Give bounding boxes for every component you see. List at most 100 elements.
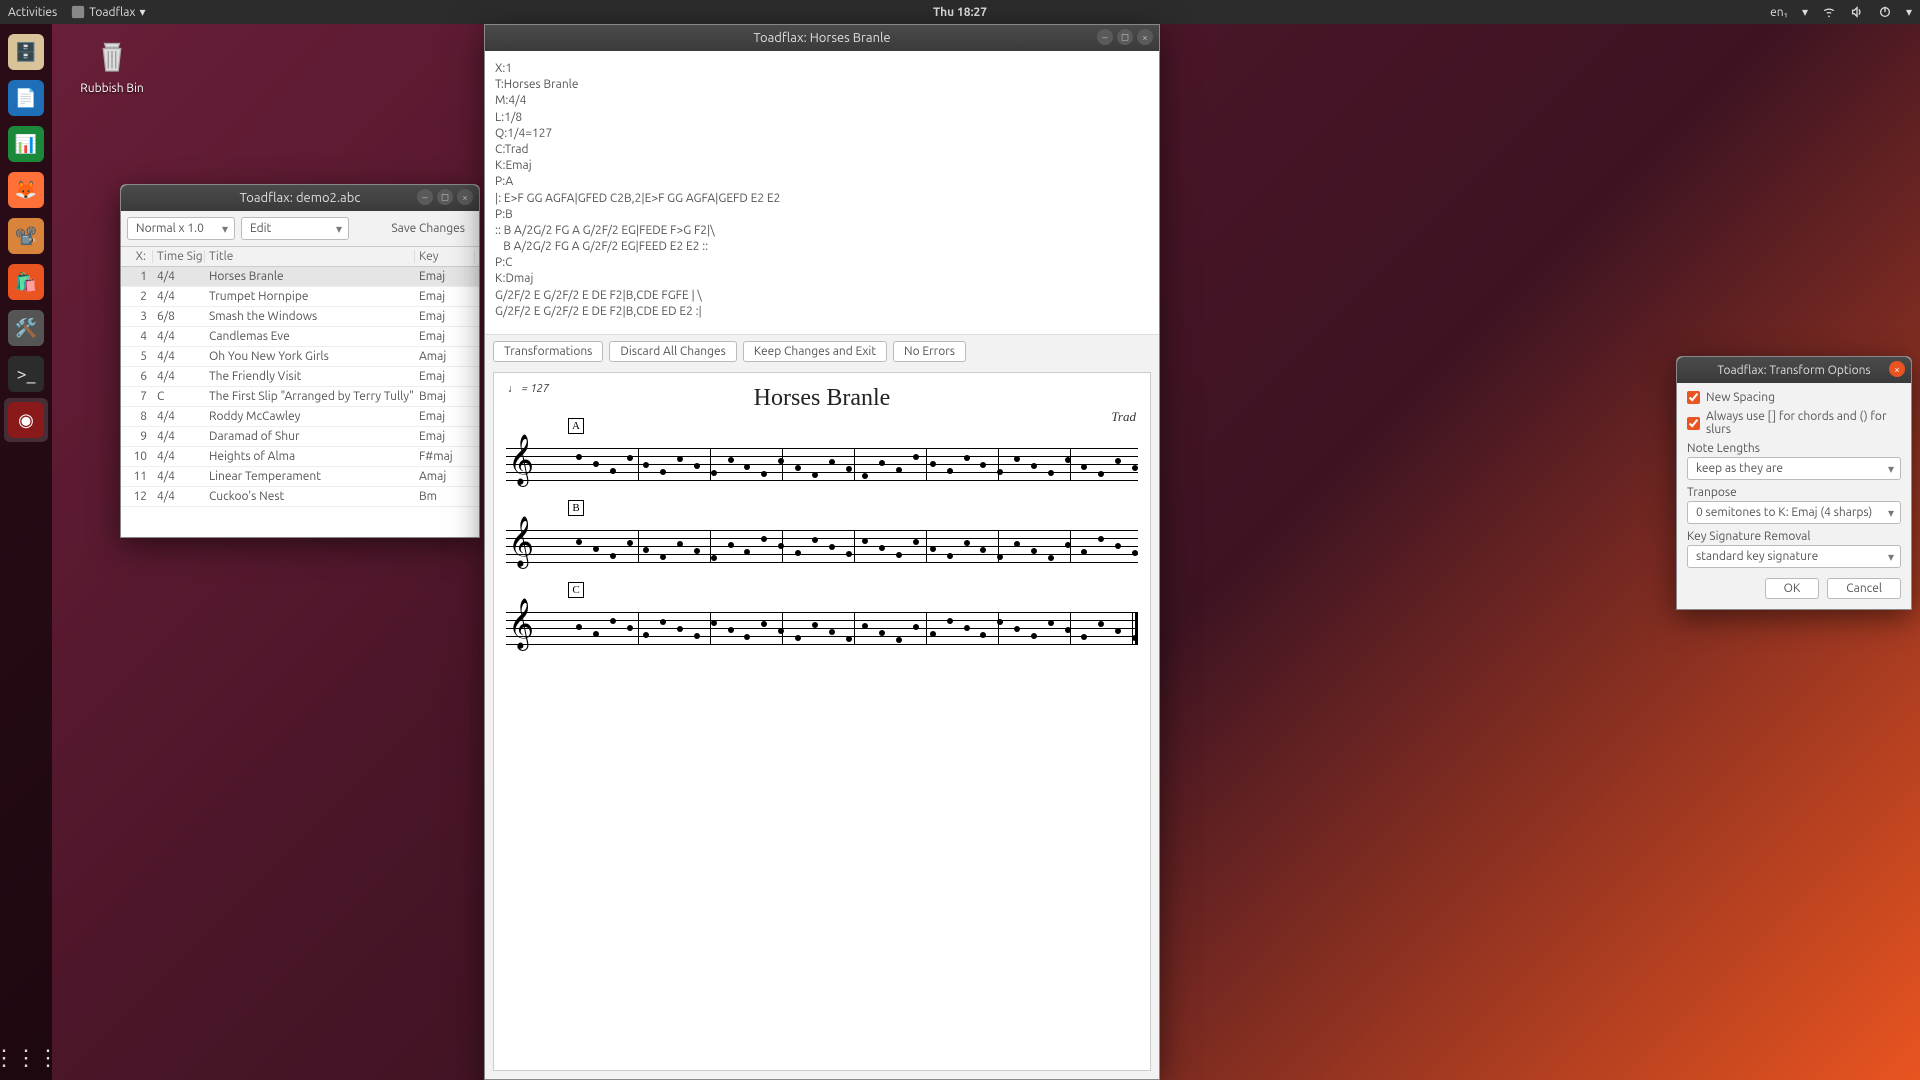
cell-timesig: 4/4: [153, 270, 205, 283]
chevron-down-icon: ▾: [140, 5, 146, 19]
dock-firefox[interactable]: 🦊: [4, 168, 48, 212]
new-spacing-checkbox[interactable]: New Spacing: [1687, 391, 1901, 404]
col-timesig[interactable]: Time Sig: [153, 250, 205, 263]
input-language-indicator[interactable]: en₁: [1770, 6, 1788, 19]
score-title: Horses Branle: [504, 385, 1140, 412]
transpose-combo[interactable]: 0 semitones to K: Emaj (4 sharps): [1687, 501, 1901, 524]
cell-timesig: 4/4: [153, 410, 205, 423]
app-menu[interactable]: Toadflax ▾: [71, 5, 145, 19]
dock-apps-grid[interactable]: ⋮⋮⋮: [4, 1036, 48, 1080]
tune-toolbar: Normal x 1.0 Edit Save Changes: [121, 211, 479, 246]
brackets-checkbox[interactable]: Always use [] for chords and () for slur…: [1687, 410, 1901, 436]
editor-window: Toadflax: Horses Branle – ◻ × X:1 T:Hors…: [484, 24, 1160, 1080]
cell-x: 2: [125, 290, 153, 303]
table-row[interactable]: 14/4Horses BranleEmaj: [121, 267, 479, 287]
cell-key: F#maj: [415, 450, 475, 463]
table-row[interactable]: 94/4Daramad of ShurEmaj: [121, 427, 479, 447]
cell-key: Emaj: [415, 270, 475, 283]
ok-button[interactable]: OK: [1765, 578, 1820, 599]
cell-title: Roddy McCawley: [205, 410, 415, 423]
cell-title: The Friendly Visit: [205, 370, 415, 383]
network-icon[interactable]: [1822, 5, 1836, 19]
playback-speed-combo[interactable]: Normal x 1.0: [127, 217, 235, 240]
staff: A𝄞: [506, 440, 1138, 494]
tune-list-titlebar[interactable]: Toadflax: demo2.abc – ◻ ×: [121, 185, 479, 211]
table-row[interactable]: 64/4The Friendly VisitEmaj: [121, 367, 479, 387]
notes: [576, 610, 1132, 646]
minimize-button[interactable]: –: [417, 189, 433, 205]
dock-impress[interactable]: 📽️: [4, 214, 48, 258]
col-title[interactable]: Title: [205, 250, 415, 263]
final-barline: [1132, 612, 1138, 644]
gnome-topbar: Activities Toadflax ▾ Thu 18:27 en₁ ▾ ▾: [0, 0, 1920, 24]
dock-calc[interactable]: 📊: [4, 122, 48, 166]
dialog-titlebar[interactable]: Toadflax: Transform Options ×: [1677, 357, 1911, 383]
cell-timesig: 4/4: [153, 290, 205, 303]
cell-timesig: 4/4: [153, 330, 205, 343]
desktop-trash[interactable]: Rubbish Bin: [72, 34, 152, 95]
notes: [576, 528, 1132, 564]
errors-button[interactable]: No Errors: [893, 341, 966, 362]
cell-x: 5: [125, 350, 153, 363]
cell-title: Horses Branle: [205, 270, 415, 283]
close-button[interactable]: ×: [1137, 29, 1153, 45]
cell-timesig: C: [153, 390, 205, 403]
activities-button[interactable]: Activities: [8, 6, 57, 19]
cell-title: Smash the Windows: [205, 310, 415, 323]
col-x[interactable]: X:: [125, 250, 153, 263]
score-preview: ♩ = 127 Horses Branle Trad A𝄞B𝄞C𝄞: [493, 372, 1151, 1071]
maximize-button[interactable]: ◻: [437, 189, 453, 205]
new-spacing-label: New Spacing: [1706, 391, 1775, 404]
cell-x: 7: [125, 390, 153, 403]
table-row[interactable]: 7CThe First Slip "Arranged by Terry Tull…: [121, 387, 479, 407]
maximize-button[interactable]: ◻: [1117, 29, 1133, 45]
table-row[interactable]: 124/4Cuckoo's NestBm: [121, 487, 479, 507]
note-lengths-combo[interactable]: keep as they are: [1687, 457, 1901, 480]
dock-software[interactable]: 🛍️: [4, 260, 48, 304]
cell-key: Amaj: [415, 350, 475, 363]
editor-title: Toadflax: Horses Branle: [753, 31, 890, 45]
close-button[interactable]: ×: [1889, 361, 1905, 377]
app-icon: [71, 5, 85, 19]
table-row[interactable]: 24/4Trumpet HornpipeEmaj: [121, 287, 479, 307]
save-changes-button[interactable]: Save Changes: [383, 218, 473, 239]
keysig-removal-combo[interactable]: standard key signature: [1687, 545, 1901, 568]
minimize-button[interactable]: –: [1097, 29, 1113, 45]
close-button[interactable]: ×: [457, 189, 473, 205]
cell-title: The First Slip "Arranged by Terry Tully": [205, 390, 415, 403]
table-row[interactable]: 84/4Roddy McCawleyEmaj: [121, 407, 479, 427]
editor-titlebar[interactable]: Toadflax: Horses Branle – ◻ ×: [485, 25, 1159, 51]
cell-title: Oh You New York Girls: [205, 350, 415, 363]
dock-files[interactable]: 🗄️: [4, 30, 48, 74]
dock-settings[interactable]: 🛠️: [4, 306, 48, 350]
cell-x: 3: [125, 310, 153, 323]
table-row[interactable]: 114/4Linear TemperamentAmaj: [121, 467, 479, 487]
note-lengths-label: Note Lengths: [1687, 442, 1901, 455]
table-row[interactable]: 36/8Smash the WindowsEmaj: [121, 307, 479, 327]
clock[interactable]: Thu 18:27: [933, 6, 987, 19]
cell-title: Heights of Alma: [205, 450, 415, 463]
discard-changes-button[interactable]: Discard All Changes: [609, 341, 736, 362]
cell-x: 8: [125, 410, 153, 423]
abc-source-textarea[interactable]: X:1 T:Horses Branle M:4/4 L:1/8 Q:1/4=12…: [485, 51, 1159, 335]
keep-changes-button[interactable]: Keep Changes and Exit: [743, 341, 887, 362]
table-row[interactable]: 104/4Heights of AlmaF#maj: [121, 447, 479, 467]
table-row[interactable]: 44/4Candlemas EveEmaj: [121, 327, 479, 347]
cell-x: 10: [125, 450, 153, 463]
new-spacing-check[interactable]: [1687, 391, 1700, 404]
brackets-check[interactable]: [1687, 417, 1700, 430]
volume-icon[interactable]: [1850, 5, 1864, 19]
col-key[interactable]: Key: [415, 250, 475, 263]
score-composer: Trad: [1111, 409, 1136, 425]
tune-list-title: Toadflax: demo2.abc: [240, 191, 361, 205]
tune-table: X: Time Sig Title Key 14/4Horses BranleE…: [121, 246, 479, 537]
mode-combo[interactable]: Edit: [241, 217, 349, 240]
dock-writer[interactable]: 📄: [4, 76, 48, 120]
dock-terminal[interactable]: >_: [4, 352, 48, 396]
table-row[interactable]: 54/4Oh You New York GirlsAmaj: [121, 347, 479, 367]
cell-title: Candlemas Eve: [205, 330, 415, 343]
cancel-button[interactable]: Cancel: [1827, 578, 1901, 599]
dock-toadflax[interactable]: ◉: [4, 398, 48, 442]
power-icon[interactable]: [1878, 5, 1892, 19]
transformations-button[interactable]: Transformations: [493, 341, 603, 362]
